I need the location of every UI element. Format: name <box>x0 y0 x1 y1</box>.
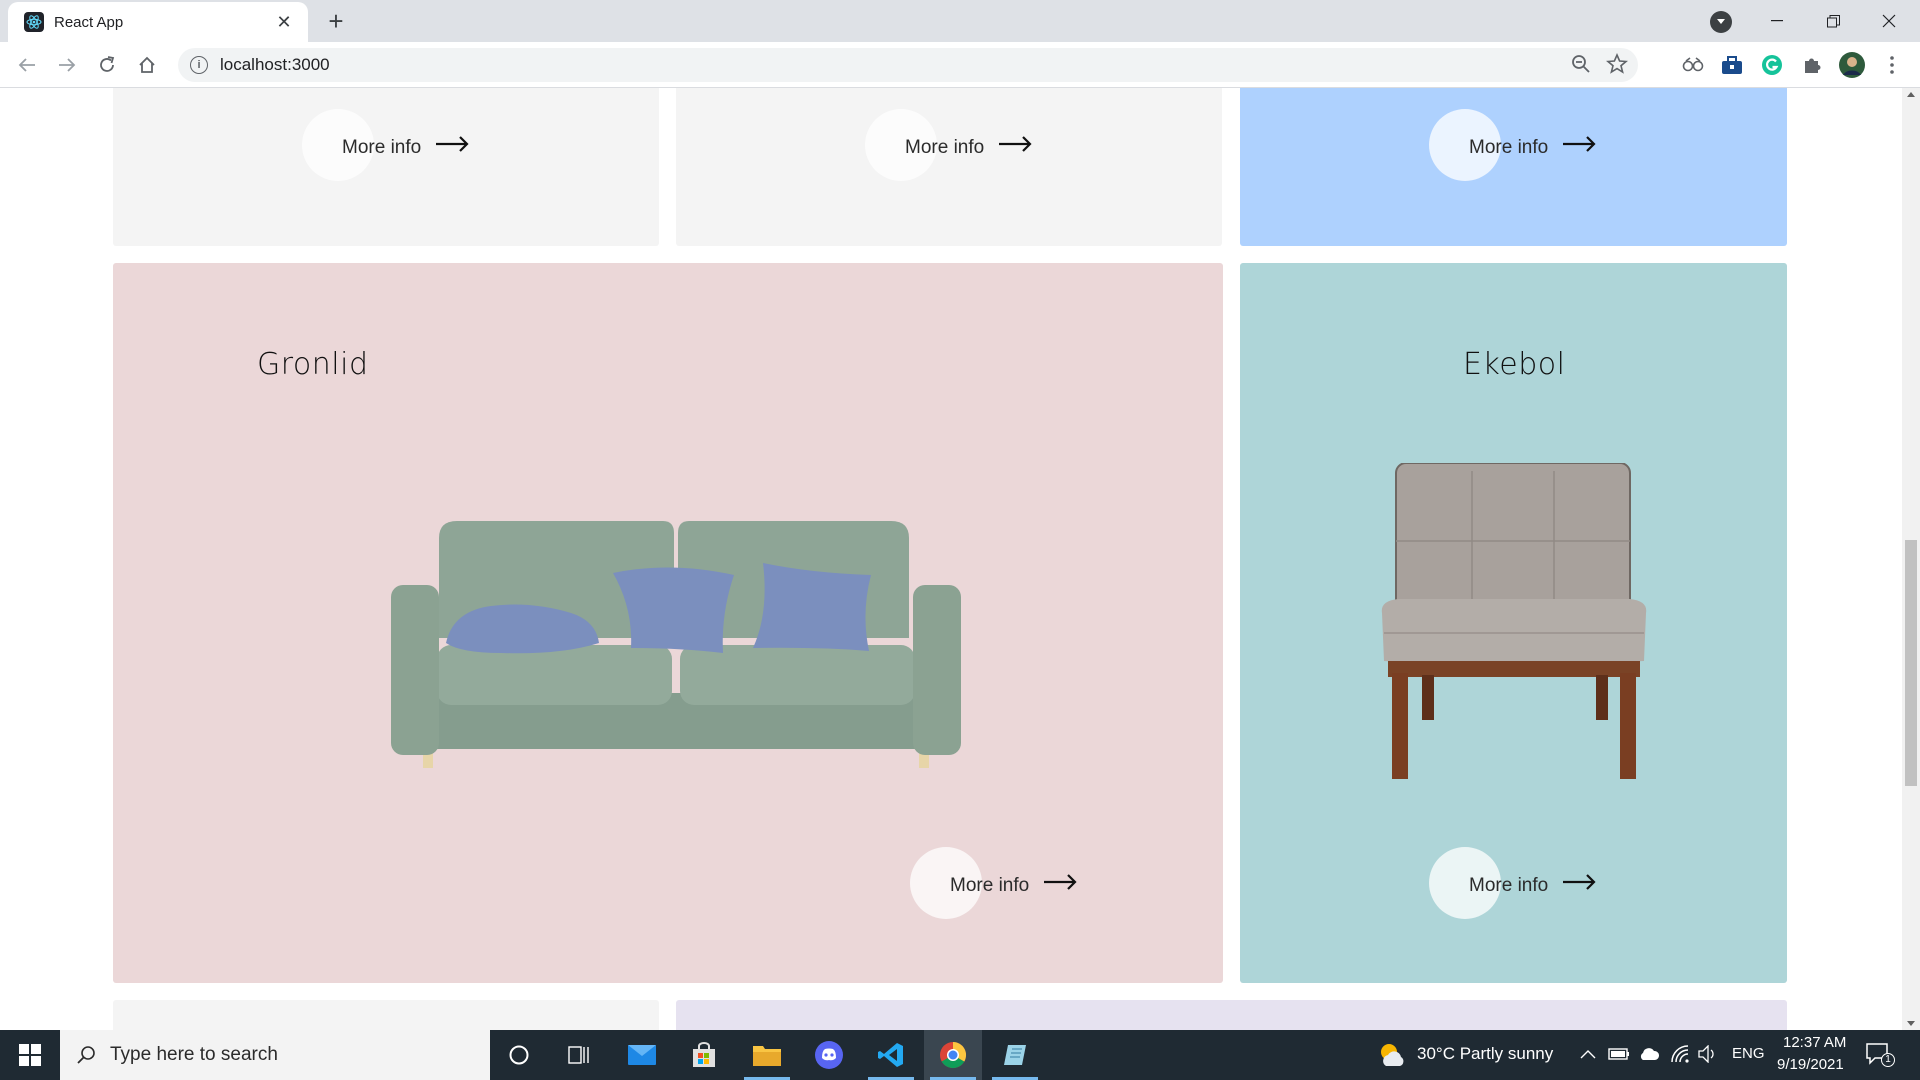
forward-arrow-icon[interactable] <box>53 51 81 79</box>
task-view-icon[interactable] <box>550 1030 608 1080</box>
file-explorer-icon[interactable] <box>738 1030 796 1080</box>
extension-glasses-icon[interactable] <box>1680 52 1706 78</box>
volume-icon[interactable] <box>1698 1045 1718 1063</box>
restore-button[interactable] <box>1805 0 1861 42</box>
product-title: Gronlid <box>257 347 369 382</box>
product-title: Ekebol <box>1463 347 1566 382</box>
right-arrow-icon <box>1044 874 1077 890</box>
mail-icon[interactable] <box>613 1030 671 1080</box>
windows-taskbar: Type here to search 30°C Partly sunny EN… <box>0 1030 1920 1080</box>
clock-time[interactable]: 12:37 AM <box>1783 1034 1846 1051</box>
scrollbar-thumb[interactable] <box>1905 540 1917 786</box>
scroll-up-arrow-icon[interactable] <box>1907 92 1915 97</box>
site-info-icon[interactable]: i <box>190 56 208 74</box>
chrome-menu-icon[interactable] <box>1879 52 1905 78</box>
more-info-label: More info <box>1469 137 1549 158</box>
more-info-button[interactable]: More info <box>1429 109 1596 181</box>
more-info-button[interactable]: More info <box>865 109 1032 181</box>
cortana-icon[interactable] <box>490 1030 548 1080</box>
new-tab-button[interactable]: + <box>322 8 350 36</box>
browser-toolbar: i localhost:3000 <box>0 42 1920 88</box>
product-card-top-2: More info <box>676 88 1222 246</box>
minimize-button[interactable] <box>1749 0 1805 42</box>
product-card-gronlid: Gronlid More info <box>113 263 1223 983</box>
more-info-label: More info <box>1469 875 1549 896</box>
right-arrow-icon <box>436 136 469 152</box>
more-info-button[interactable]: More info <box>910 847 1077 919</box>
tab-title: React App <box>54 13 124 31</box>
extensions-puzzle-icon[interactable] <box>1799 52 1825 78</box>
more-info-label: More info <box>905 137 985 158</box>
reload-icon[interactable] <box>93 51 121 79</box>
product-card-ekebol: Ekebol More info <box>1240 263 1787 983</box>
url-text: localhost:3000 <box>220 55 330 74</box>
home-icon[interactable] <box>133 51 161 79</box>
grammarly-icon[interactable] <box>1759 52 1785 78</box>
weather-partly-sunny-icon[interactable] <box>1378 1042 1406 1073</box>
notification-count-badge: 1 <box>1881 1053 1895 1067</box>
more-info-label: More info <box>342 137 422 158</box>
armchair-image <box>1381 463 1647 779</box>
taskbar-search-box[interactable]: Type here to search <box>60 1030 490 1080</box>
wifi-icon[interactable] <box>1670 1044 1690 1064</box>
more-info-button[interactable]: More info <box>1429 847 1596 919</box>
show-hidden-icons-chevron-icon[interactable] <box>1580 1049 1596 1059</box>
battery-icon[interactable] <box>1608 1046 1630 1062</box>
scroll-down-arrow-icon[interactable] <box>1907 1021 1915 1026</box>
tab-search-icon[interactable] <box>1710 11 1732 33</box>
language-indicator[interactable]: ENG <box>1732 1045 1765 1062</box>
vscode-icon[interactable] <box>862 1030 920 1080</box>
tab-close-icon[interactable]: ✕ <box>274 12 294 33</box>
right-arrow-icon <box>1563 136 1596 152</box>
browser-tab-strip: React App ✕ + <box>0 0 1920 42</box>
store-icon[interactable] <box>675 1030 733 1080</box>
back-arrow-icon[interactable] <box>13 51 41 79</box>
clock-date[interactable]: 9/19/2021 <box>1777 1056 1844 1073</box>
browser-tab[interactable]: React App ✕ <box>8 2 308 42</box>
right-arrow-icon <box>1563 874 1596 890</box>
sofa-image <box>391 521 961 768</box>
search-icon <box>77 1046 95 1064</box>
windows-start-button[interactable] <box>0 1030 60 1080</box>
address-bar[interactable]: i localhost:3000 <box>178 48 1638 82</box>
search-placeholder: Type here to search <box>110 1044 278 1065</box>
right-arrow-icon <box>999 136 1032 152</box>
close-window-button[interactable] <box>1861 0 1917 42</box>
product-card-top-3: More info <box>1240 88 1787 246</box>
notes-app-icon[interactable] <box>986 1030 1044 1080</box>
more-info-label: More info <box>950 875 1030 896</box>
product-card-top-1: More info <box>113 88 659 246</box>
chrome-icon[interactable] <box>924 1030 982 1080</box>
onedrive-cloud-icon[interactable] <box>1638 1046 1660 1062</box>
product-card-bottom-1 <box>113 1000 659 1030</box>
page-viewport: More info More info More info Gronlid Mo… <box>0 88 1902 1030</box>
zoom-icon[interactable] <box>1570 53 1592 80</box>
more-info-button[interactable]: More info <box>302 109 469 181</box>
react-logo-icon <box>24 12 44 32</box>
product-card-bottom-2 <box>676 1000 1787 1030</box>
extension-toolbox-icon[interactable] <box>1719 52 1745 78</box>
weather-text[interactable]: 30°C Partly sunny <box>1417 1044 1553 1064</box>
profile-avatar[interactable] <box>1839 52 1865 78</box>
page-scrollbar[interactable] <box>1902 88 1920 1030</box>
discord-icon[interactable] <box>800 1030 858 1080</box>
bookmark-star-icon[interactable] <box>1605 52 1629 80</box>
notifications-icon[interactable]: 1 <box>1866 1042 1895 1071</box>
